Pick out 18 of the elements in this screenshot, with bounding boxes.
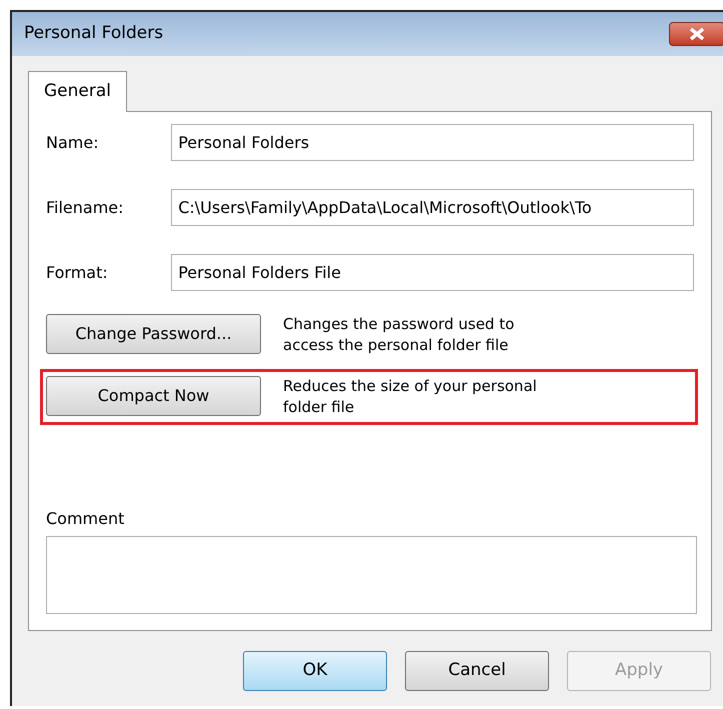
dialog-button[interactable]: Cancel (405, 651, 549, 691)
text-field[interactable]: Personal Folders File (171, 254, 694, 291)
tab[interactable]: General (28, 71, 127, 112)
text-field[interactable]: C:\Users\Family\AppData\Local\Microsoft\Outlook\To (171, 189, 694, 226)
comment-label: Comment (46, 508, 126, 530)
field-label: Filename: (46, 196, 125, 218)
field-label: Name: (46, 132, 100, 154)
comment-field[interactable] (46, 536, 697, 614)
field-label: Format: (46, 262, 109, 284)
text-field[interactable]: Personal Folders (171, 124, 694, 161)
dialog-button[interactable]: OK (243, 651, 387, 691)
close-button[interactable] (669, 22, 723, 46)
action-description: Changes the password used to access the personal folder file (283, 314, 516, 356)
action-button[interactable]: Compact Now (46, 376, 261, 416)
close-icon (688, 27, 706, 41)
action-description: Reduces the size of your personal folder file (283, 376, 538, 418)
action-button[interactable]: Change Password... (46, 314, 261, 354)
window-title: Personal Folders (24, 22, 164, 46)
